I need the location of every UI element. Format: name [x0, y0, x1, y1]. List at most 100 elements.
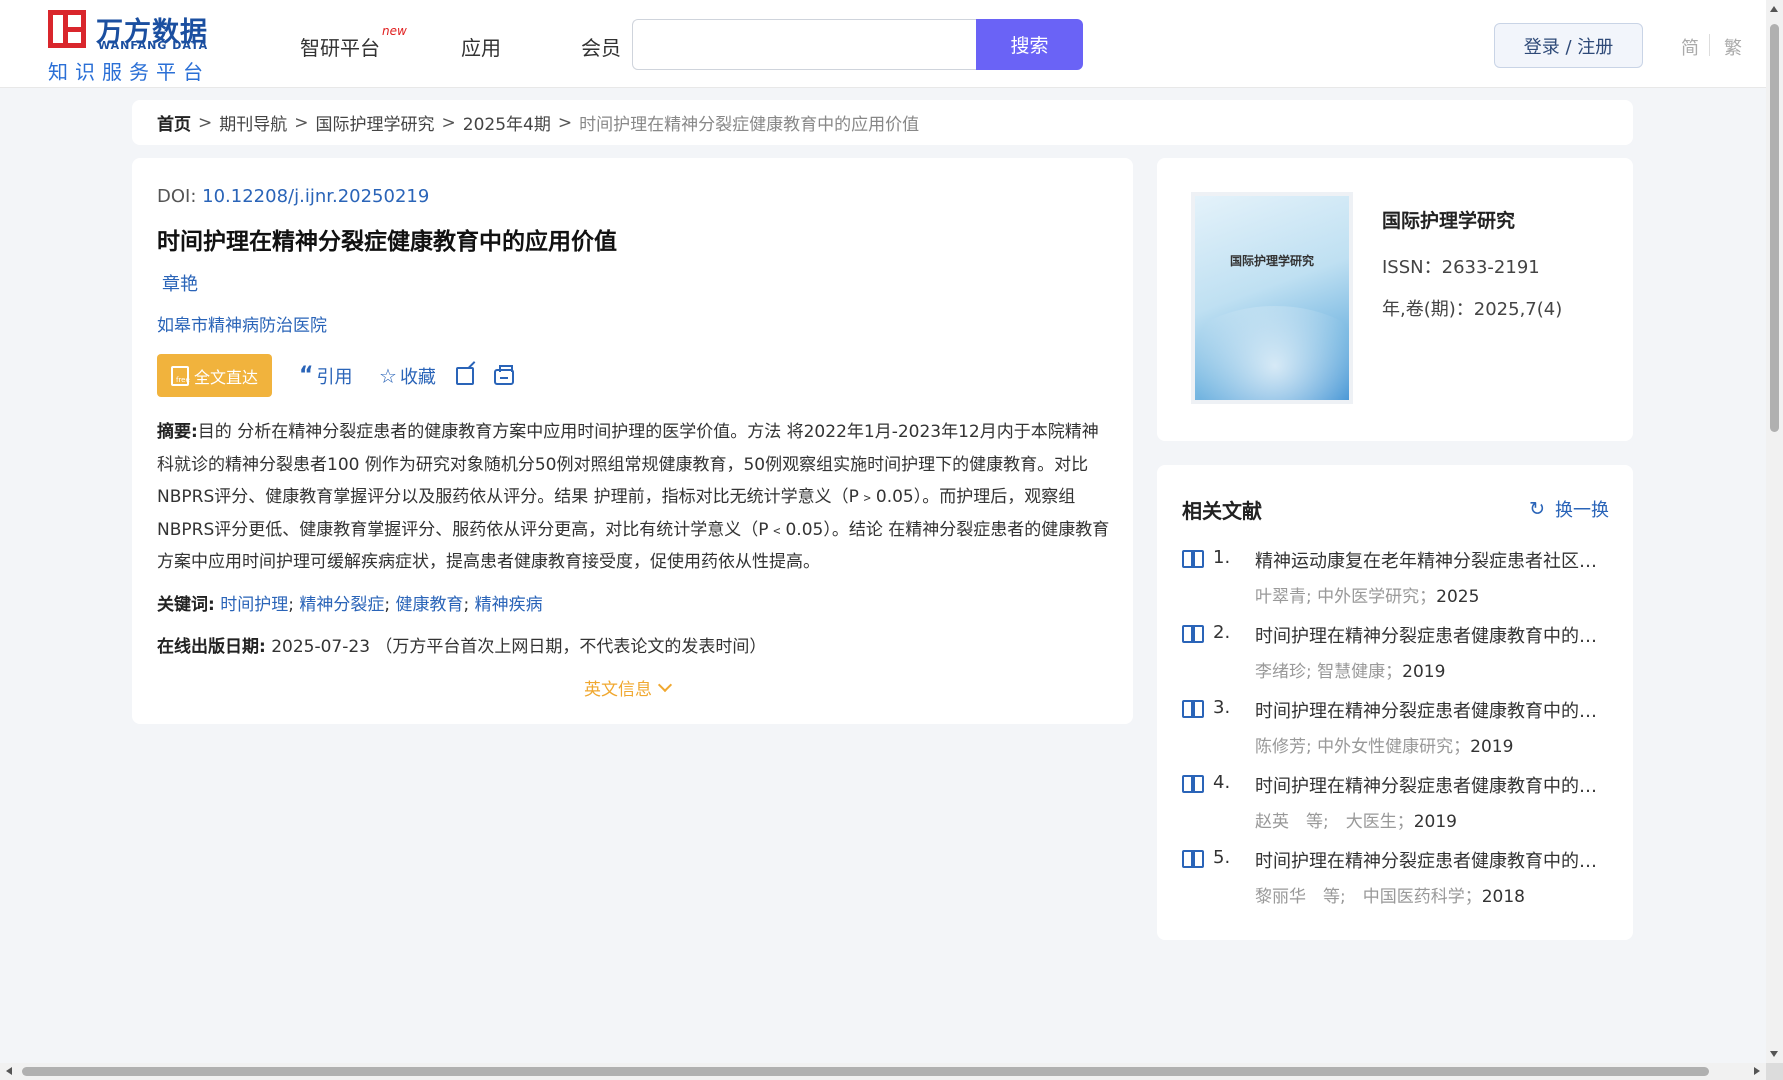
- cite-button[interactable]: “ 引用: [299, 363, 352, 389]
- related-meta: 陈修芳; 中外女性健康研究；2019: [1255, 732, 1513, 757]
- related-meta: 叶翠青; 中外医学研究；2025: [1255, 582, 1479, 607]
- keyword-link[interactable]: 健康教育: [396, 595, 464, 615]
- search-button[interactable]: 搜索: [976, 19, 1083, 70]
- related-year: 2019: [1470, 737, 1514, 757]
- english-info-toggle[interactable]: 英文信息: [584, 675, 673, 700]
- related-meta: 黎丽华 等; 中国医药科学；2018: [1255, 882, 1525, 907]
- related-year: 2019: [1402, 662, 1446, 682]
- pubdate-line: 在线出版日期: 2025-07-23 （万方平台首次上网日期，不代表论文的发表时…: [157, 632, 766, 657]
- list-item: 5. 时间护理在精神分裂症患者健康教育中的应用 黎丽华 等; 中国医药科学；20…: [1182, 847, 1612, 917]
- breadcrumb-home[interactable]: 首页: [157, 110, 191, 135]
- related-meta: 赵英 等; 大医生；2019: [1255, 807, 1457, 832]
- related-meta: 李绪珍; 智慧健康；2019: [1255, 657, 1445, 682]
- pubdate-note: （万方平台首次上网日期，不代表论文的发表时间）: [375, 637, 767, 657]
- scroll-down-arrow-icon[interactable]: [1770, 1051, 1778, 1057]
- doi-line: DOI: 10.12208/j.ijnr.20250219: [157, 186, 429, 207]
- item-number: 5.: [1213, 847, 1231, 868]
- refresh-icon: ↻: [1529, 497, 1545, 520]
- related-year: 2025: [1436, 587, 1480, 607]
- breadcrumb-journal-nav[interactable]: 期刊导航: [219, 110, 287, 135]
- keyword-link[interactable]: 精神分裂症: [299, 595, 384, 615]
- search-input[interactable]: [632, 19, 977, 70]
- wanfang-logo-icon: [48, 10, 86, 48]
- related-title-link[interactable]: 时间护理在精神分裂症患者健康教育中的应用: [1255, 772, 1612, 798]
- lang-traditional-toggle[interactable]: 繁: [1724, 34, 1742, 60]
- pubdate-value: 2025-07-23: [271, 637, 371, 657]
- item-number: 3.: [1213, 697, 1231, 718]
- list-item: 1. 精神运动康复在老年精神分裂症患者社区管理中的应用 叶翠青; 中外医学研究；…: [1182, 547, 1612, 617]
- print-button[interactable]: [494, 365, 514, 385]
- new-badge: new: [382, 24, 407, 38]
- free-document-icon: [170, 365, 190, 386]
- breadcrumb-separator: >: [557, 112, 573, 133]
- related-literature-card: 相关文献 ↻ 换一换 1. 精神运动康复在老年精神分裂症患者社区管理中的应用 叶…: [1157, 465, 1633, 940]
- related-title-link[interactable]: 时间护理在精神分裂症患者健康教育中的应用: [1255, 697, 1612, 723]
- english-info-label: 英文信息: [584, 680, 652, 700]
- logo-en-text: WANFANG DATA: [98, 39, 209, 52]
- book-icon: [1182, 850, 1204, 868]
- keywords-line: 关键词: 时间护理; 精神分裂症; 健康教育; 精神疾病: [157, 595, 543, 615]
- related-title-link[interactable]: 时间护理在精神分裂症患者健康教育中的应用效果分析: [1255, 622, 1612, 648]
- list-item: 3. 时间护理在精神分裂症患者健康教育中的应用 陈修芳; 中外女性健康研究；20…: [1182, 697, 1612, 767]
- related-year: 2019: [1413, 812, 1457, 832]
- horizontal-scroll-thumb[interactable]: [22, 1067, 1709, 1076]
- journal-cover[interactable]: 国际护理学研究: [1191, 192, 1353, 404]
- abstract: 摘要:目的 分析在精神分裂症患者的健康教育方案中应用时间护理的医学价值。方法 将…: [157, 416, 1115, 579]
- journal-volume: 年,卷(期)：2025,7(4): [1382, 299, 1563, 320]
- related-source: 黎丽华 等; 中国医药科学；: [1255, 887, 1482, 907]
- fulltext-button[interactable]: 全文直达: [157, 354, 272, 397]
- keyword-link[interactable]: 时间护理: [220, 595, 288, 615]
- journal-name[interactable]: 国际护理学研究: [1382, 206, 1515, 233]
- breadcrumb-separator: >: [198, 112, 213, 133]
- keyword-link[interactable]: 精神疾病: [475, 595, 543, 615]
- refresh-label: 换一换: [1555, 500, 1609, 521]
- related-title-link[interactable]: 时间护理在精神分裂症患者健康教育中的应用: [1255, 847, 1612, 873]
- cite-label: 引用: [316, 367, 353, 388]
- organization-link[interactable]: 如皋市精神病防治医院: [157, 311, 327, 336]
- login-register-button[interactable]: 登录 / 注册: [1494, 23, 1643, 68]
- item-number: 1.: [1213, 547, 1231, 568]
- pubdate-label: 在线出版日期:: [157, 637, 266, 657]
- related-heading: 相关文献: [1182, 499, 1262, 523]
- vertical-scrollbar[interactable]: [1766, 0, 1783, 1063]
- book-icon: [1182, 700, 1204, 718]
- book-icon: [1182, 625, 1204, 643]
- refresh-button[interactable]: ↻ 换一换: [1529, 496, 1609, 522]
- related-source: 赵英 等; 大医生；: [1255, 812, 1414, 832]
- scroll-up-arrow-icon[interactable]: [1770, 6, 1778, 12]
- abstract-label: 摘要:: [157, 422, 198, 442]
- vertical-scroll-thumb[interactable]: [1770, 24, 1779, 432]
- related-source: 叶翠青; 中外医学研究；: [1255, 587, 1437, 607]
- author-link[interactable]: 章艳: [162, 270, 198, 296]
- related-title-link[interactable]: 精神运动康复在老年精神分裂症患者社区管理中的应用: [1255, 547, 1612, 573]
- share-button[interactable]: [456, 367, 474, 385]
- scrollbar-corner: [1766, 1063, 1783, 1080]
- print-icon: [494, 365, 514, 385]
- scroll-right-arrow-icon[interactable]: [1754, 1067, 1760, 1075]
- nav-item-label: 会员: [581, 36, 621, 60]
- lang-simplified-toggle[interactable]: 简: [1681, 34, 1699, 60]
- star-icon: ☆: [379, 364, 397, 388]
- breadcrumb-separator: >: [294, 112, 309, 133]
- favorite-button[interactable]: ☆ 收藏: [379, 363, 436, 389]
- nav-item-zhiyan[interactable]: 智研平台 new: [300, 24, 407, 61]
- breadcrumb: 首页 > 期刊导航 > 国际护理学研究 > 2025年4期 > 时间护理在精神分…: [132, 100, 1633, 145]
- top-header: 万方数据 WANFANG DATA 知识服务平台 智研平台 new 应用 会员 …: [0, 0, 1766, 88]
- item-number: 2.: [1213, 622, 1231, 643]
- related-source: 李绪珍; 智慧健康；: [1255, 662, 1403, 682]
- keywords-label: 关键词:: [157, 595, 215, 615]
- related-source: 陈修芳; 中外女性健康研究；: [1255, 737, 1471, 757]
- breadcrumb-current: 时间护理在精神分裂症健康教育中的应用价值: [579, 115, 920, 135]
- nav-item-label: 应用: [461, 36, 501, 60]
- wanfang-logo[interactable]: 万方数据 WANFANG DATA 知识服务平台: [48, 10, 218, 84]
- nav-item-apps[interactable]: 应用: [461, 32, 501, 61]
- doi-link[interactable]: 10.12208/j.ijnr.20250219: [202, 186, 429, 207]
- item-number: 4.: [1213, 772, 1231, 793]
- nav-item-membership[interactable]: 会员: [581, 32, 621, 61]
- breadcrumb-journal[interactable]: 国际护理学研究: [316, 110, 435, 135]
- logo-subtitle: 知识服务平台: [48, 60, 210, 84]
- breadcrumb-issue[interactable]: 2025年4期: [463, 110, 551, 135]
- horizontal-scrollbar[interactable]: [0, 1063, 1766, 1080]
- scroll-left-arrow-icon[interactable]: [6, 1067, 12, 1075]
- article-title: 时间护理在精神分裂症健康教育中的应用价值: [157, 229, 617, 255]
